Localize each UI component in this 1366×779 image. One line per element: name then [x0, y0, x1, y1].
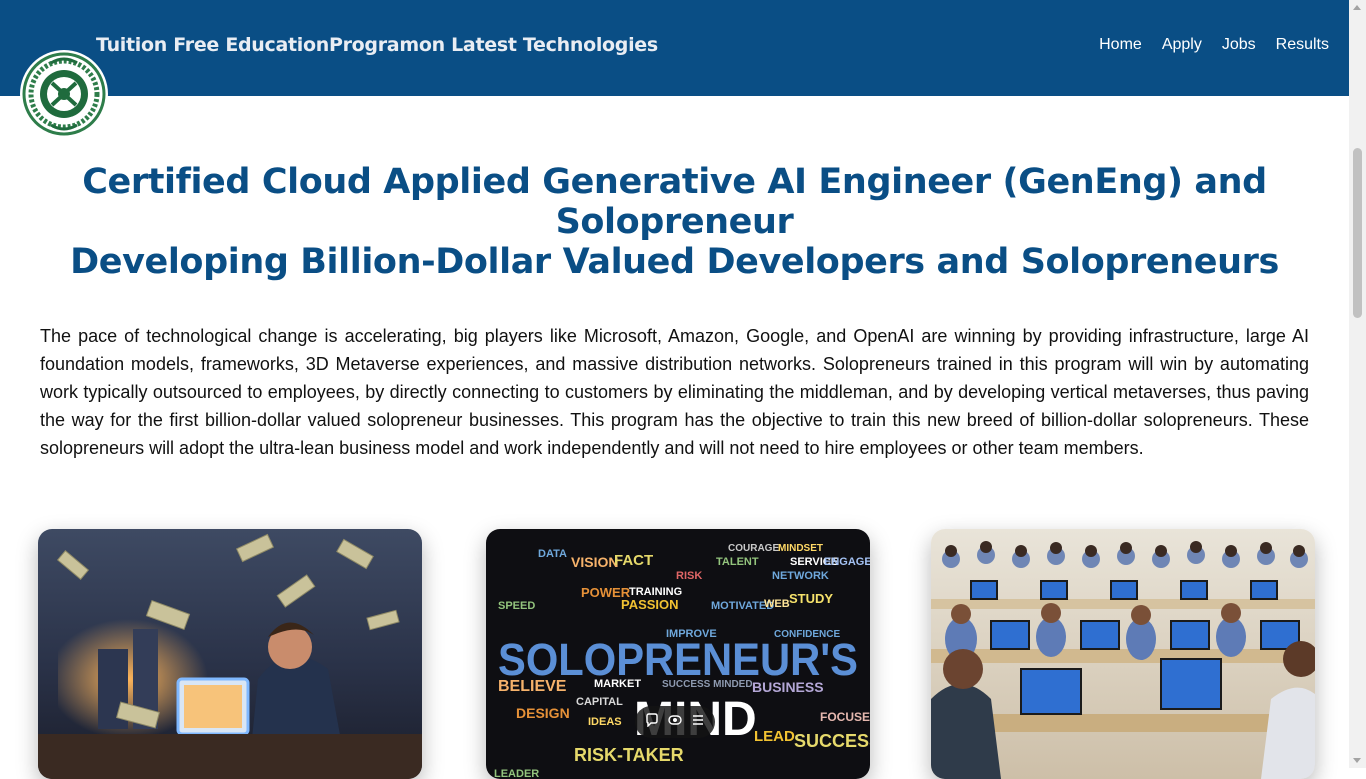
solopreneur-mind-word-cloud-image: DATA VISION FACT TALENT POWER TRAINING P… — [486, 529, 870, 779]
hero-line-2: Developing Billion-Dollar Valued Develop… — [70, 242, 1279, 282]
word-cloud-text: TALENT — [716, 556, 759, 568]
nav-apply-link[interactable]: Apply — [1162, 36, 1202, 54]
program-image-card-2[interactable]: DATA VISION FACT TALENT POWER TRAINING P… — [486, 529, 870, 779]
menu-icon[interactable] — [691, 713, 705, 731]
word-cloud-text: PASSION — [621, 597, 679, 612]
word-cloud-text: DATA — [538, 548, 567, 560]
word-cloud-text: COURAGE — [728, 543, 779, 554]
page-scrollbar[interactable] — [1349, 0, 1366, 768]
floating-image-toolbar — [635, 706, 715, 738]
scroll-down-arrow-icon[interactable] — [1353, 758, 1361, 763]
word-cloud-text: LEADER — [494, 768, 539, 779]
top-navbar: Tuition Free EducationProgramon Latest T… — [0, 0, 1349, 96]
word-cloud-text: SUCCESS — [794, 731, 870, 751]
word-cloud-text: RISK-TAKER — [574, 745, 684, 765]
scroll-up-arrow-icon[interactable] — [1353, 5, 1361, 10]
program-image-card-1[interactable] — [38, 529, 422, 779]
businessman-at-computer-image — [38, 529, 422, 779]
word-cloud-text: WEB — [764, 598, 790, 610]
hero-line-1: Certified Cloud Applied Generative AI En… — [82, 162, 1267, 242]
nav-jobs-link[interactable]: Jobs — [1222, 36, 1256, 54]
main-nav: Home Apply Jobs Results — [1099, 36, 1329, 54]
nav-home-link[interactable]: Home — [1099, 36, 1142, 54]
nav-results-link[interactable]: Results — [1276, 36, 1329, 54]
intro-paragraph: The pace of technological change is acce… — [40, 326, 1309, 458]
word-cloud-text: FACT — [614, 552, 653, 569]
word-cloud-text: SPEED — [498, 600, 535, 612]
word-cloud-text: CAPITAL — [576, 696, 623, 708]
word-cloud-text: STUDY — [789, 591, 833, 606]
hero-headline: Certified Cloud Applied Generative AI En… — [0, 162, 1349, 282]
scrollbar-thumb[interactable] — [1353, 148, 1362, 318]
students-computer-lab-image — [931, 529, 1315, 779]
program-image-card-3[interactable] — [931, 529, 1315, 779]
site-title[interactable]: Tuition Free EducationProgramon Latest T… — [96, 34, 658, 56]
eye-icon[interactable] — [668, 713, 682, 731]
word-cloud-headline: SOLOPRENEUR'S — [498, 634, 858, 685]
word-cloud-text: RISK — [676, 570, 702, 582]
word-cloud-text: LEAD — [754, 728, 795, 745]
word-cloud-text: IDEAS — [588, 716, 622, 728]
word-cloud-text: DESIGN — [516, 705, 570, 721]
word-cloud-text: NETWORK — [772, 570, 829, 582]
word-cloud-text: ENGAGE — [824, 556, 870, 568]
word-cloud-text: FOCUSED — [820, 710, 870, 724]
comment-icon[interactable] — [645, 713, 659, 731]
emblem-logo-icon[interactable] — [20, 50, 108, 138]
word-cloud-text: VISION — [571, 554, 618, 570]
word-cloud-text: MINDSET — [778, 543, 823, 554]
